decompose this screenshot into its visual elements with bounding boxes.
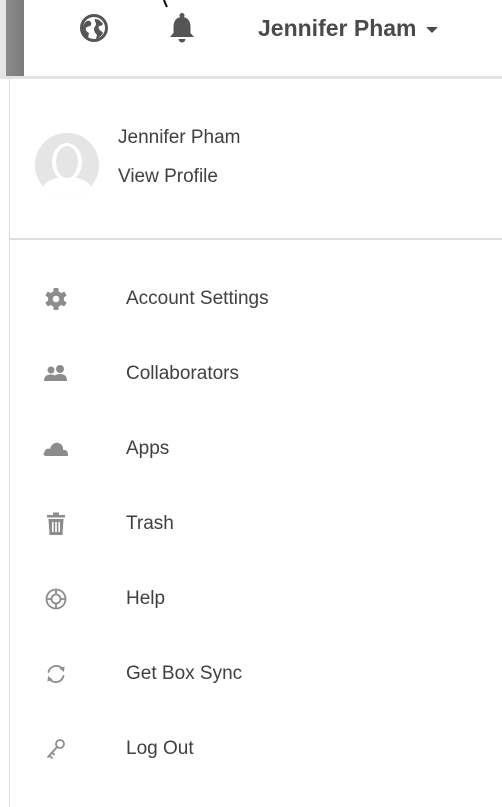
key-icon [43, 736, 69, 762]
globe-icon [80, 14, 108, 42]
menu-item-label: Collaborators [126, 362, 239, 384]
menu-item-label: Get Box Sync [126, 662, 243, 684]
menu-item-collaborators[interactable]: Collaborators [10, 336, 502, 411]
trash-icon [43, 511, 69, 537]
profile-name: Jennifer Pham [118, 127, 241, 148]
menu-item-label: Apps [126, 437, 170, 459]
chevron-down-icon [425, 26, 438, 33]
globe-button[interactable] [77, 11, 111, 45]
cloud-icon [43, 436, 69, 462]
menu-item-label: Account Settings [126, 287, 269, 309]
menu-item-apps[interactable]: Apps [10, 411, 502, 486]
notifications-button[interactable] [165, 11, 199, 45]
menu-item-help[interactable]: Help [10, 561, 502, 636]
lifebuoy-icon [43, 586, 69, 612]
user-menu-name: Jennifer Pham [258, 14, 417, 41]
view-profile-link[interactable]: View Profile [118, 166, 218, 188]
people-icon [43, 361, 69, 387]
avatar-placeholder-icon [35, 133, 99, 197]
avatar [35, 133, 99, 197]
menu-item-account-settings[interactable]: Account Settings [10, 261, 502, 336]
profile-section[interactable]: Jennifer Pham View Profile [10, 79, 502, 239]
user-dropdown-menu: Jennifer Pham View Profile Account Setti… [0, 79, 502, 807]
dropdown-menu-list: Account Settings Collaborators Apps Tras… [10, 240, 502, 786]
menu-item-get-box-sync[interactable]: Get Box Sync [10, 636, 502, 711]
top-bar: Jennifer Pham [0, 0, 502, 79]
sync-icon [43, 661, 69, 687]
menu-item-label: Trash [126, 512, 174, 534]
stray-mark [163, 0, 168, 8]
screen: Jennifer Pham Jennifer Pham View Profile [0, 0, 502, 807]
bell-icon [170, 13, 194, 43]
menu-item-label: Log Out [126, 737, 194, 759]
menu-item-label: Help [126, 587, 166, 609]
user-menu-toggle[interactable]: Jennifer Pham [258, 12, 438, 44]
left-edge-panel [0, 0, 24, 76]
gear-icon [43, 286, 69, 312]
menu-item-trash[interactable]: Trash [10, 486, 502, 561]
menu-item-log-out[interactable]: Log Out [10, 711, 502, 786]
